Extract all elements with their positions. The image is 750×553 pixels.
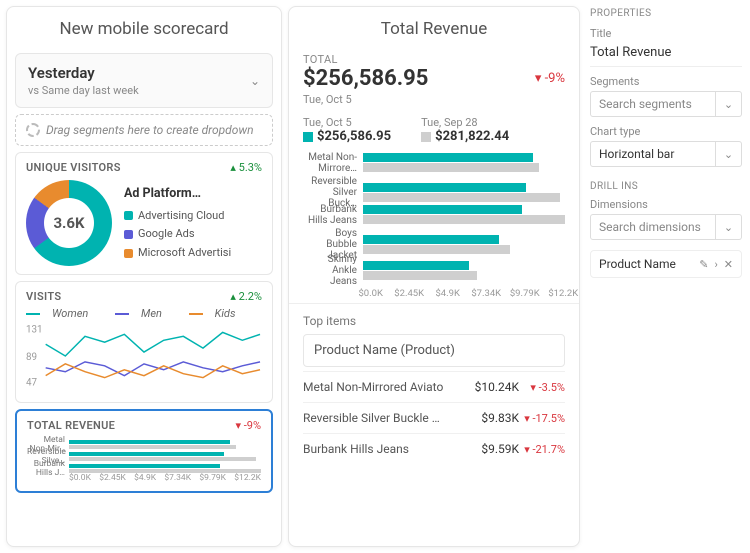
detail-xticks: $0.0K $2.45K $4.9K $7.34K $9.79K $12.2K xyxy=(289,288,579,299)
compare-date-b: Tue, Sep 28 xyxy=(421,116,509,129)
top-items-header: Top items xyxy=(303,314,565,328)
visits-line-chart: 131 89 47 xyxy=(26,322,262,390)
top-item-delta: -17.5% xyxy=(519,412,565,425)
hbar-row: Skinny Ankle Jeans xyxy=(303,254,565,280)
properties-header: PROPERTIES xyxy=(590,8,742,19)
mini-bar-row: Burbank Hills J… xyxy=(27,460,261,471)
top-item-name: Metal Non-Mirrored Aviato xyxy=(303,380,469,394)
top-item-name: Reversible Silver Buckle … xyxy=(303,411,469,425)
uv-donut-chart: 3.6K xyxy=(26,180,112,266)
hbar-row: Burbank Hills Jeans xyxy=(303,202,565,228)
scorecard-panel: New mobile scorecard Yesterday vs Same d… xyxy=(6,6,282,547)
uv-legend-item: Advertising Cloud xyxy=(124,207,231,226)
top-item-delta: -21.7% xyxy=(519,443,565,456)
field-label-segments: Segments xyxy=(590,75,742,88)
card-visits[interactable]: VISITS 2.2% Women Men Kids 131 89 47 xyxy=(15,281,273,403)
drill-item-row[interactable]: Product Name ✎ › ✕ xyxy=(590,250,742,278)
segments-dropdown-button[interactable]: ⌄ xyxy=(716,91,742,117)
visits-label: VISITS xyxy=(26,290,61,303)
mini-bar-row: Reversible Silve… xyxy=(27,448,261,459)
segments-search-input[interactable]: Search segments xyxy=(590,91,716,117)
top-item-value: $10.24K xyxy=(469,380,519,394)
hbar-row: Reversible Silver Buck… xyxy=(303,176,565,202)
detail-title: Total Revenue xyxy=(289,7,579,47)
properties-panel: PROPERTIES Title Total Revenue Segments … xyxy=(580,0,750,553)
detail-total-delta: -9% xyxy=(535,71,565,86)
card-total-revenue[interactable]: TOTAL REVENUE -9% Metal Non-Mir… Reversi… xyxy=(15,409,273,493)
segment-icon xyxy=(26,123,40,137)
dropzone-text: Drag segments here to create dropdown xyxy=(46,123,254,137)
hbar-row: Metal Non-Mirrore… xyxy=(303,150,565,176)
chevron-right-icon[interactable]: › xyxy=(714,258,717,271)
close-icon[interactable]: ✕ xyxy=(724,258,733,271)
uv-center-value: 3.6K xyxy=(44,198,94,248)
tr-label: TOTAL REVENUE xyxy=(27,419,115,432)
dimensions-search-input[interactable]: Search dimensions xyxy=(590,214,716,240)
compare-value-b: $281,822.44 xyxy=(435,129,509,144)
svg-text:131: 131 xyxy=(26,324,43,335)
card-unique-visitors[interactable]: UNIQUE VISITORS 5.3% 3.6K Ad Platform… A… xyxy=(15,152,273,275)
drill-ins-header: DRILL INS xyxy=(590,181,742,192)
mini-bar-row: Metal Non-Mir… xyxy=(27,436,261,447)
top-item-value: $9.59K xyxy=(469,442,519,456)
svg-text:47: 47 xyxy=(26,378,38,389)
dimensions-dropdown-button[interactable]: ⌄ xyxy=(716,214,742,240)
chevron-down-icon: ⌄ xyxy=(724,98,733,111)
visits-legend: Women Men Kids xyxy=(26,307,262,320)
compare-date-a: Tue, Oct 5 xyxy=(303,116,391,129)
top-item-row[interactable]: Metal Non-Mirrored Aviato $10.24K -3.5% xyxy=(303,371,565,402)
chart-type-dropdown-button[interactable]: ⌄ xyxy=(716,141,742,167)
uv-legend-item: Google Ads xyxy=(124,225,231,244)
date-range-sub: vs Same day last week xyxy=(28,84,139,97)
svg-text:89: 89 xyxy=(26,352,37,363)
chevron-down-icon: ⌄ xyxy=(724,148,733,161)
visits-delta: 2.2% xyxy=(230,290,262,303)
scorecard-title: New mobile scorecard xyxy=(7,7,281,47)
detail-hbar-chart: Metal Non-Mirrore… Reversible Silver Buc… xyxy=(289,146,579,286)
chart-type-select[interactable]: Horizontal bar xyxy=(590,141,716,167)
dimension-selector[interactable]: Product Name (Product) xyxy=(303,334,565,367)
field-label-title: Title xyxy=(590,27,742,40)
top-item-delta: -3.5% xyxy=(519,381,565,394)
chevron-down-icon: ⌄ xyxy=(250,74,260,88)
top-item-name: Burbank Hills Jeans xyxy=(303,442,469,456)
drill-item-label: Product Name xyxy=(599,257,676,271)
tr-delta: -9% xyxy=(235,419,261,432)
detail-section-label: TOTAL xyxy=(303,53,565,66)
title-input[interactable]: Total Revenue xyxy=(590,43,742,67)
top-item-row[interactable]: Burbank Hills Jeans $9.59K -21.7% xyxy=(303,433,565,464)
date-range-main: Yesterday xyxy=(28,64,139,82)
detail-total-value: $256,586.95 xyxy=(303,66,428,91)
uv-delta: 5.3% xyxy=(230,161,262,174)
edit-icon[interactable]: ✎ xyxy=(699,258,708,271)
detail-panel: Total Revenue TOTAL $256,586.95 -9% Tue,… xyxy=(288,6,580,547)
uv-legend: Ad Platform… Advertising Cloud Google Ad… xyxy=(124,183,231,262)
top-item-value: $9.83K xyxy=(469,411,519,425)
square-icon xyxy=(303,132,313,142)
top-item-row[interactable]: Reversible Silver Buckle … $9.83K -17.5% xyxy=(303,402,565,433)
field-label-chart-type: Chart type xyxy=(590,125,742,138)
uv-legend-item: Microsoft Advertisi xyxy=(124,244,231,263)
uv-legend-title: Ad Platform… xyxy=(124,183,231,204)
tr-mini-hbar-chart: Metal Non-Mir… Reversible Silve… Burbank… xyxy=(27,436,261,471)
detail-total-date: Tue, Oct 5 xyxy=(303,93,565,106)
compare-value-a: $256,586.95 xyxy=(317,129,391,144)
field-label-dimensions: Dimensions xyxy=(590,198,742,211)
chevron-down-icon: ⌄ xyxy=(724,221,733,234)
date-range-picker[interactable]: Yesterday vs Same day last week ⌄ xyxy=(15,53,273,108)
uv-label: UNIQUE VISITORS xyxy=(26,161,121,174)
hbar-row: Boys Bubble Jacket xyxy=(303,228,565,254)
compare-row: Tue, Oct 5 $256,586.95 Tue, Sep 28 $281,… xyxy=(289,108,579,146)
segments-dropzone[interactable]: Drag segments here to create dropdown xyxy=(15,114,273,146)
square-icon xyxy=(421,132,431,142)
